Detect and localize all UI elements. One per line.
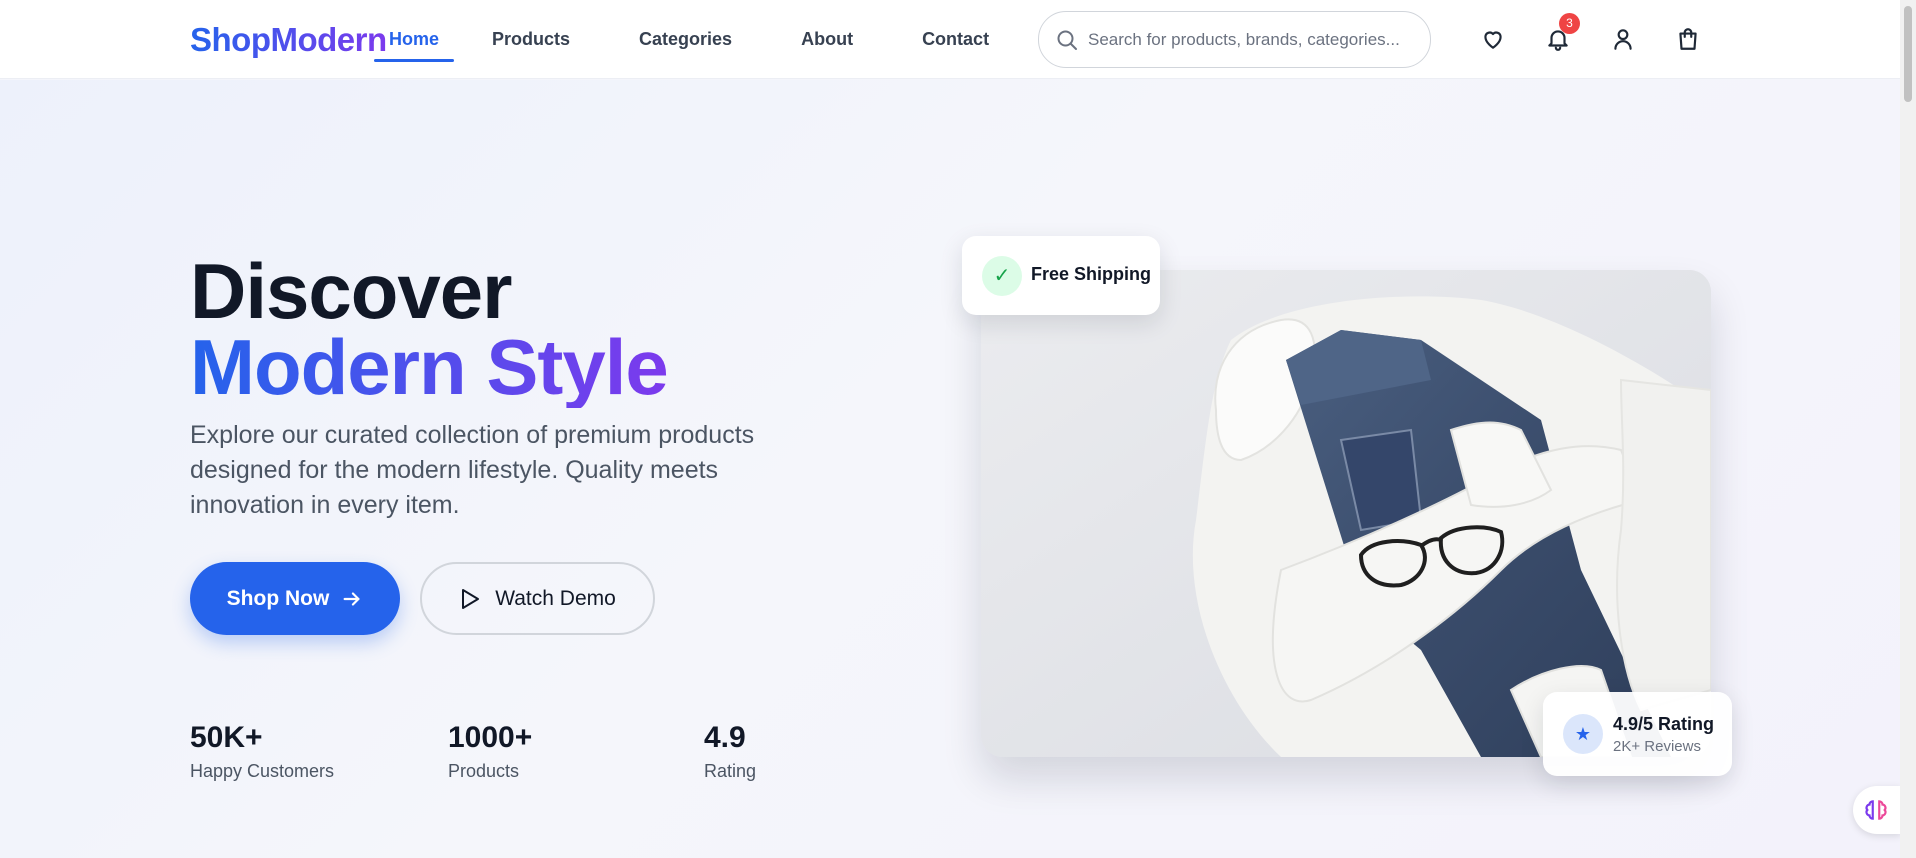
stat-value: 50K+ xyxy=(190,721,263,754)
search-input[interactable] xyxy=(1088,12,1418,67)
free-shipping-card: ✓ Free Shipping xyxy=(962,236,1160,315)
nav-about[interactable]: About xyxy=(801,0,853,79)
play-icon xyxy=(462,588,480,609)
stat-label: Products xyxy=(448,761,520,781)
account-button[interactable] xyxy=(1608,24,1638,54)
stat-label: Rating xyxy=(704,761,757,781)
notification-count-badge: 3 xyxy=(1559,13,1580,34)
main-nav: Home Products Categories About Contact xyxy=(374,0,989,79)
brand-logo[interactable]: ShopModern xyxy=(190,20,387,60)
shopping-bag-icon xyxy=(1679,28,1697,50)
stat-value: 1000+ xyxy=(448,721,533,754)
rating-title: 4.9/5 Rating xyxy=(1613,714,1715,734)
user-icon xyxy=(1614,29,1632,50)
star-icon: ★ xyxy=(1563,714,1603,754)
check-icon: ✓ xyxy=(982,256,1022,296)
stat-value: 4.9 xyxy=(704,721,746,754)
free-shipping-label: Free Shipping xyxy=(1031,264,1152,284)
stat-products: 1000+ Products xyxy=(448,720,532,784)
watch-demo-label: Watch Demo xyxy=(495,586,616,610)
wishlist-button[interactable] xyxy=(1478,24,1508,54)
search-bar xyxy=(1038,11,1431,68)
shop-now-label: Shop Now xyxy=(226,586,330,610)
hero-title: Discover xyxy=(190,247,513,335)
stat-label: Happy Customers xyxy=(190,761,335,781)
cart-button[interactable] xyxy=(1673,24,1703,54)
brain-icon xyxy=(1865,800,1887,820)
notifications-button[interactable]: 3 xyxy=(1543,13,1580,54)
nav-categories[interactable]: Categories xyxy=(639,0,732,79)
stat-customers: 50K+ Happy Customers xyxy=(190,720,334,784)
site-header: ShopModern Home Products Categories Abou… xyxy=(0,0,1900,79)
nav-contact[interactable]: Contact xyxy=(922,0,989,79)
search-icon[interactable] xyxy=(1055,28,1079,52)
hero-product-image xyxy=(981,270,1711,757)
watch-demo-button[interactable]: Watch Demo xyxy=(420,562,655,635)
rating-card: ★ 4.9/5 Rating 2K+ Reviews xyxy=(1543,692,1732,776)
page-scrollbar[interactable] xyxy=(1900,0,1916,858)
heart-icon xyxy=(1484,31,1502,49)
hero-title-highlight: Modern Style xyxy=(190,323,669,411)
arrow-right-icon xyxy=(343,591,360,606)
nav-home[interactable]: Home xyxy=(374,0,455,79)
scrollbar-thumb[interactable] xyxy=(1904,6,1912,102)
shop-now-button[interactable]: Shop Now xyxy=(190,562,400,635)
stat-rating: 4.9 Rating xyxy=(704,720,756,784)
rating-reviews: 2K+ Reviews xyxy=(1613,738,1701,755)
assistant-button[interactable] xyxy=(1853,786,1901,834)
nav-products[interactable]: Products xyxy=(492,0,570,79)
hero-description: Explore our curated collection of premiu… xyxy=(190,421,755,519)
